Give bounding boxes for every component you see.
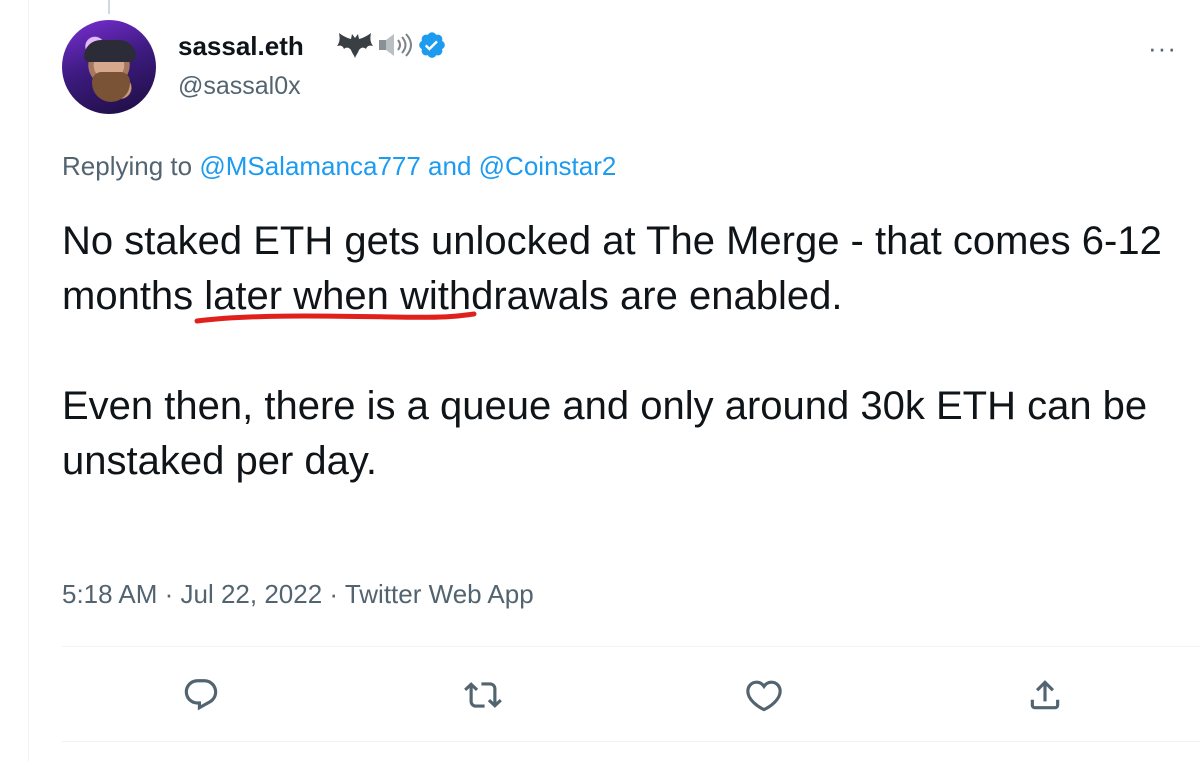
tweet-text-part: later when withdrawals are enabled. Even…: [62, 274, 1148, 483]
thread-connector-line: [108, 0, 110, 14]
retweet-icon[interactable]: [464, 676, 502, 714]
tweet-source: Twitter Web App: [344, 579, 534, 609]
mention-link[interactable]: @MSalamanca777: [199, 151, 421, 181]
user-handle[interactable]: @sassal0x: [178, 72, 301, 101]
verified-badge-icon: [419, 32, 445, 58]
replying-conjunction: and: [420, 151, 479, 181]
tweet-body: No staked ETH gets unlocked at The Merge…: [62, 214, 1172, 489]
divider: [62, 741, 1200, 742]
avatar[interactable]: [62, 20, 156, 114]
timeline-border: [28, 0, 29, 761]
like-icon[interactable]: [745, 676, 783, 714]
replying-to-line: Replying to @MSalamanca777 and @Coinstar…: [62, 151, 616, 182]
tweet-text-part: No staked ETH gets unlocked at The Merge…: [62, 219, 1082, 263]
divider: [62, 646, 1200, 647]
replying-prefix: Replying to: [62, 151, 200, 181]
meta-separator: ·: [322, 579, 345, 609]
tweet-date[interactable]: Jul 22, 2022: [181, 579, 323, 609]
red-underline-annotation: [194, 311, 477, 324]
mention-link[interactable]: @Coinstar2: [479, 151, 617, 181]
reply-icon[interactable]: [182, 676, 220, 714]
more-options-icon[interactable]: ···: [1148, 33, 1177, 64]
name-emoji-group: [335, 31, 413, 59]
tweet-time[interactable]: 5:18 AM: [62, 579, 157, 609]
display-name[interactable]: sassal.eth: [178, 31, 304, 62]
tweet-metadata: 5:18 AM · Jul 22, 2022 · Twitter Web App: [62, 579, 534, 610]
bat-emoji-icon: [337, 33, 373, 58]
meta-separator: ·: [157, 579, 181, 609]
speaker-emoji-icon: [379, 33, 412, 57]
share-icon[interactable]: [1026, 676, 1064, 714]
